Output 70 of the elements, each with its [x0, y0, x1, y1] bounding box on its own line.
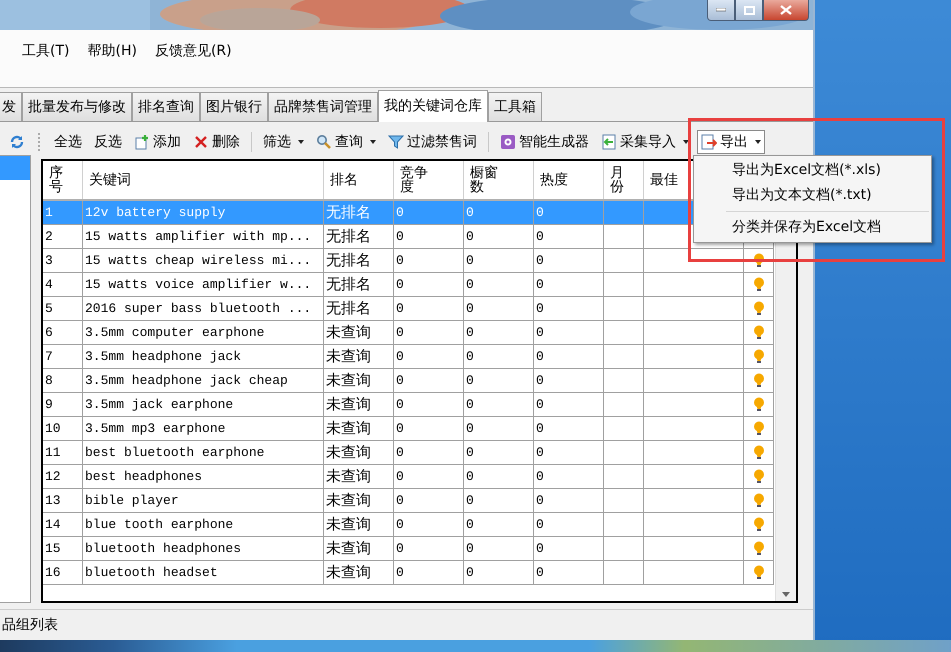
tab[interactable]: 排名查询	[132, 92, 200, 121]
lightbulb-icon	[752, 276, 764, 292]
lightbulb-icon	[752, 372, 764, 388]
tab[interactable]: 品牌禁售词管理	[268, 92, 378, 121]
minimize-icon	[716, 8, 726, 12]
toolbar-button[interactable]: 智能生成器	[496, 130, 593, 154]
funnel-icon	[388, 134, 404, 150]
lightbulb-icon	[752, 396, 764, 412]
lightbulb-icon	[752, 252, 764, 268]
scroll-down-icon[interactable]	[782, 592, 790, 597]
table-cell[interactable]: bluetooth headset	[83, 561, 324, 585]
toolbar-button[interactable]: 采集导入	[597, 130, 693, 154]
menu-item[interactable]: 导出为文本文档(*.txt)	[694, 183, 931, 208]
tab[interactable]: 发	[0, 92, 22, 121]
maximize-button[interactable]	[735, 0, 763, 21]
tab[interactable]: 工具箱	[488, 92, 542, 121]
menu-item[interactable]: 反馈意见(R)	[152, 40, 234, 62]
menu-item[interactable]: 工具(T)	[20, 40, 72, 62]
menu-item[interactable]: 导出为Excel文档(*.xls)	[694, 158, 931, 183]
column-header[interactable]: 月份	[604, 161, 644, 199]
table-cell[interactable]: 0	[464, 561, 534, 585]
caret-icon	[755, 140, 761, 144]
caret-icon	[370, 140, 376, 144]
close-icon	[780, 5, 792, 15]
column-header[interactable]: 序号	[43, 161, 83, 199]
lightbulb-icon	[752, 492, 764, 508]
minimize-button[interactable]	[707, 0, 735, 21]
toolbar-button[interactable]: 导出	[697, 130, 765, 154]
column-header[interactable]: 排名	[324, 161, 394, 199]
caret-icon	[683, 140, 689, 144]
maximize-icon	[744, 6, 754, 14]
toolbar-button[interactable]: 过滤禁售词	[384, 130, 481, 154]
toolbar-button[interactable]: 查询	[312, 130, 380, 154]
column-header[interactable]: 关键词	[83, 161, 324, 199]
tab[interactable]: 图片银行	[200, 92, 268, 121]
menu-item[interactable]: 分类并保存为Excel文档	[694, 215, 931, 240]
status-text: 品组列表	[2, 616, 58, 634]
column-header[interactable]: 热度	[534, 161, 604, 199]
caret-icon	[298, 140, 304, 144]
import-icon	[601, 134, 617, 150]
toolbar-button[interactable]: 全选	[50, 130, 86, 154]
export-icon	[701, 134, 717, 150]
toolbar-button[interactable]: 添加	[130, 130, 185, 154]
lightbulb-icon	[752, 468, 764, 484]
lightbulb-icon	[752, 300, 764, 316]
gear-icon	[500, 134, 516, 150]
tab[interactable]: 批量发布与修改	[22, 92, 132, 121]
lightbulb-icon	[752, 324, 764, 340]
table-cell[interactable]: 0	[534, 561, 604, 585]
lightbulb-icon	[752, 516, 764, 532]
add-icon	[134, 134, 150, 150]
lightbulb-icon	[752, 348, 764, 364]
lightbulb-icon	[752, 444, 764, 460]
column-header[interactable]: 橱窗数	[464, 161, 534, 199]
lightbulb-icon	[752, 564, 764, 580]
toolbar-button[interactable]: 删除	[189, 130, 244, 154]
lightbulb-icon	[752, 420, 764, 436]
table-cell[interactable]: 未查询	[324, 561, 394, 585]
search-icon	[316, 134, 332, 150]
menu-item[interactable]: 帮助(H)	[85, 40, 139, 62]
table-cell[interactable]: 0	[394, 561, 464, 585]
table-cell[interactable]: 16	[43, 561, 83, 585]
column-header[interactable]: 竞争度	[394, 161, 464, 199]
close-button[interactable]	[763, 0, 809, 21]
toolbar-button[interactable]: 筛选	[259, 130, 308, 154]
delete-icon	[193, 134, 209, 150]
toolbar-button[interactable]: 反选	[90, 130, 126, 154]
tab[interactable]: 我的关键词仓库	[378, 90, 488, 122]
lightbulb-icon	[752, 540, 764, 556]
refresh-icon[interactable]	[10, 135, 24, 149]
